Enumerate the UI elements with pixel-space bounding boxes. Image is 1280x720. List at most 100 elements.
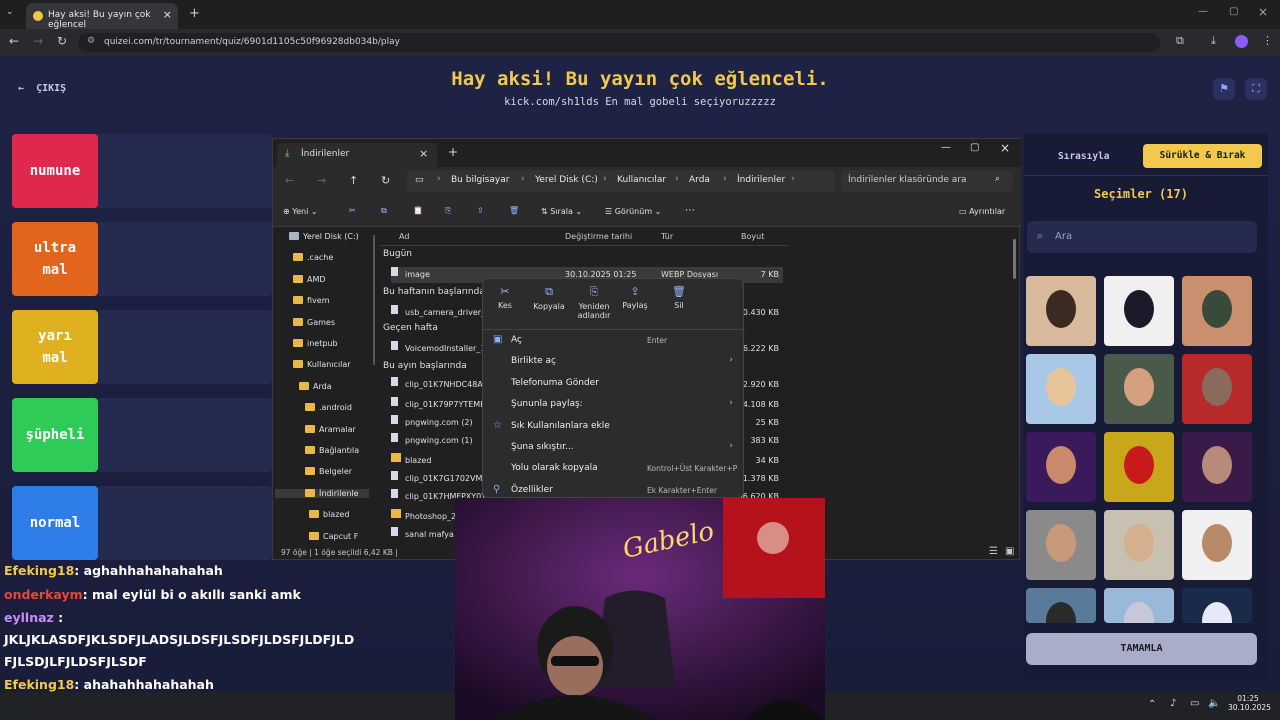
tile-view-icon[interactable]: ▣ <box>1005 546 1014 557</box>
view-button[interactable]: ☰ Görünüm ⌄ <box>605 207 661 216</box>
choice-avatar[interactable] <box>1026 276 1096 346</box>
profile-avatar[interactable] <box>1235 35 1248 48</box>
ctx-quick-action[interactable]: ⇪ Paylaş <box>615 285 655 310</box>
copy-icon[interactable]: ⧉ <box>381 206 387 216</box>
complete-button[interactable]: TAMAMLA <box>1026 633 1257 665</box>
group-header[interactable]: Bu haftanın başlarında <box>383 287 485 297</box>
choice-avatar[interactable] <box>1026 354 1096 424</box>
tier-drop-zone[interactable] <box>98 486 272 560</box>
ctx-menu-item[interactable]: ▣ Aç Enter <box>483 331 745 352</box>
paste-icon[interactable]: 📋 <box>413 206 423 215</box>
tab-drag-drop[interactable]: Sürükle & Bırak <box>1143 144 1262 168</box>
details-button[interactable]: ▭ Ayrıntılar <box>959 207 1005 216</box>
address-bar[interactable]: ⚙ quizei.com/tr/tournament/quiz/6901d110… <box>78 33 1160 52</box>
clock[interactable]: 01:25 30.10.2025 <box>1228 694 1271 712</box>
choice-avatar[interactable] <box>1104 432 1174 502</box>
tree-item[interactable]: Arda <box>299 381 332 391</box>
tree-scrollbar[interactable] <box>373 235 375 365</box>
tier-drop-zone[interactable] <box>98 222 272 296</box>
ctx-menu-item[interactable]: Şuna sıkıştır... › <box>483 438 745 459</box>
column-date[interactable]: Değiştirme tarihi <box>565 232 632 241</box>
close-window-icon[interactable]: × <box>1000 141 1010 155</box>
minimize-icon[interactable]: — <box>1198 6 1208 17</box>
tree-item[interactable]: blazed <box>309 510 349 519</box>
choice-avatar[interactable] <box>1104 354 1174 424</box>
sort-button[interactable]: ⇅ Sırala ⌄ <box>541 207 582 216</box>
choices-search-input[interactable]: ⌕ Ara <box>1027 221 1257 253</box>
back-icon[interactable]: ← <box>9 34 19 48</box>
maximize-icon[interactable]: ▢ <box>970 142 979 153</box>
ctx-quick-action[interactable]: ✂ Kes <box>485 285 525 310</box>
refresh-icon[interactable]: ↻ <box>381 174 390 187</box>
tab-order[interactable]: Sırasıyla <box>1058 151 1109 162</box>
tree-item[interactable]: İndirilenle <box>275 488 369 498</box>
list-view-icon[interactable]: ☰ <box>989 546 998 557</box>
breadcrumb-item[interactable]: Yerel Disk (C:) <box>535 175 598 185</box>
menu-icon[interactable]: ⋮ <box>1262 34 1273 47</box>
choice-avatar[interactable] <box>1026 510 1096 580</box>
back-icon[interactable]: ← <box>285 174 294 187</box>
ctx-menu-item[interactable]: Şununla paylaş: › <box>483 395 745 416</box>
tree-item[interactable]: .android <box>305 403 352 412</box>
close-tab-icon[interactable]: × <box>163 8 172 21</box>
mic-icon[interactable]: ♪ <box>1170 698 1176 709</box>
breadcrumb-item[interactable]: Kullanıcılar <box>617 175 666 185</box>
extensions-icon[interactable]: ⧉ <box>1176 34 1184 48</box>
ctx-quick-action[interactable]: 🗑 Sil <box>659 285 699 310</box>
choice-avatar[interactable] <box>1026 588 1096 623</box>
choice-avatar[interactable] <box>1182 510 1252 580</box>
reload-icon[interactable]: ↻ <box>57 34 67 48</box>
ctx-menu-item[interactable]: Telefonuma Gönder <box>483 374 745 395</box>
share-icon[interactable]: ⇪ <box>477 206 484 215</box>
column-name[interactable]: Ad <box>399 232 409 241</box>
report-flag-button[interactable]: ⚑ <box>1213 78 1235 100</box>
choice-avatar[interactable] <box>1104 276 1174 346</box>
up-icon[interactable]: ↑ <box>349 174 358 187</box>
ctx-menu-item[interactable]: Yolu olarak kopyala Kontrol+Üst Karakter+… <box>483 459 745 480</box>
network-icon[interactable]: ▭ <box>1190 698 1199 709</box>
volume-icon[interactable]: 🔈 <box>1208 698 1220 709</box>
close-tab-icon[interactable]: × <box>419 147 428 160</box>
explorer-search-input[interactable]: İndirilenler klasöründe ara ⌕ <box>841 170 1013 192</box>
download-icon[interactable]: ⤓ <box>1211 34 1216 48</box>
column-size[interactable]: Boyut <box>741 232 764 241</box>
breadcrumb-item[interactable]: Bu bilgisayar <box>451 175 509 185</box>
tree-item[interactable]: Bağlantıla <box>305 446 359 455</box>
explorer-tab[interactable]: ⤓ İndirilenler × <box>277 143 437 167</box>
group-header[interactable]: Bugün <box>383 249 412 259</box>
choice-avatar[interactable] <box>1182 432 1252 502</box>
tray-arrow-icon[interactable]: ⌃ <box>1148 699 1156 710</box>
tier-drop-zone[interactable] <box>98 310 272 384</box>
choice-avatar[interactable] <box>1182 276 1252 346</box>
tier-drop-zone[interactable] <box>98 134 272 208</box>
site-info-icon[interactable]: ⚙ <box>87 36 95 46</box>
ctx-quick-action[interactable]: ⎘ Yeniden adlandır <box>572 285 616 320</box>
minimize-icon[interactable]: — <box>941 142 951 153</box>
group-header[interactable]: Bu ayın başlarında <box>383 361 467 371</box>
rename-icon[interactable]: ⎘ <box>445 206 451 216</box>
close-window-icon[interactable]: × <box>1258 5 1268 19</box>
column-type[interactable]: Tür <box>661 232 673 241</box>
choice-avatar[interactable] <box>1104 510 1174 580</box>
forward-icon[interactable]: → <box>317 174 326 187</box>
choice-avatar[interactable] <box>1026 432 1096 502</box>
choice-avatar[interactable] <box>1104 588 1174 623</box>
tree-item[interactable]: fivem <box>293 296 330 305</box>
file-scrollbar[interactable] <box>1013 239 1016 279</box>
breadcrumb-item[interactable]: Arda <box>689 175 710 185</box>
forward-icon[interactable]: → <box>33 34 43 48</box>
more-icon[interactable]: ⋯ <box>685 205 695 216</box>
tree-item[interactable]: Yerel Disk (C:) <box>289 232 359 241</box>
tab-search-icon[interactable]: ⌄ <box>6 7 14 17</box>
new-tab-icon[interactable]: + <box>448 145 458 159</box>
tree-item[interactable]: inetpub <box>293 339 338 348</box>
choice-avatar[interactable] <box>1182 354 1252 424</box>
new-tab-icon[interactable]: + <box>189 6 200 21</box>
group-header[interactable]: Geçen hafta <box>383 323 438 333</box>
delete-icon[interactable]: 🗑 <box>509 206 519 215</box>
browser-tab[interactable]: Hay aksi! Bu yayın çok eğlencel × <box>26 3 178 30</box>
ctx-menu-item[interactable]: Birlikte aç › <box>483 352 745 373</box>
breadcrumb-item[interactable]: İndirilenler <box>737 175 785 185</box>
tree-item[interactable]: Belgeler <box>305 467 352 476</box>
tree-item[interactable]: .cache <box>293 253 333 262</box>
